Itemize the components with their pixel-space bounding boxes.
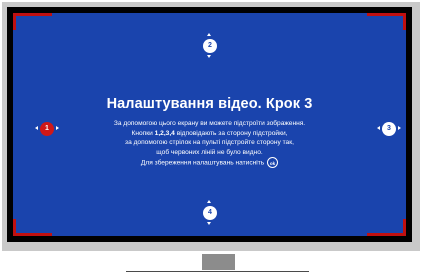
instruction-line-1: За допомогою цього екрану ви можете підс… [113, 120, 306, 127]
red-border-corner-bottom-left [13, 219, 52, 236]
tv-stand-base [126, 271, 309, 272]
video-setup-screen: 2 4 1 3 Налаштування відео. Крок 3 За до… [13, 13, 406, 236]
arrow-down-icon [207, 222, 211, 225]
instruction-line-2-rest: відповідають за сторону підстройки, [176, 129, 288, 137]
instruction-line-5: Для збереження налаштувань натисніть ok [13, 157, 406, 169]
arrow-up-icon [207, 200, 211, 203]
control-top-button[interactable]: 2 [203, 39, 217, 53]
instruction-keys: 1,2,3,4 [154, 129, 175, 137]
instructions-text: За допомогою цього екрану ви можете підс… [13, 119, 406, 169]
ok-button-icon: ok [267, 157, 279, 169]
control-bottom-button[interactable]: 4 [203, 206, 217, 220]
tv-stand-neck [202, 254, 235, 270]
instruction-line-5-text: Для збереження налаштувань натисніть [140, 159, 265, 167]
arrow-down-icon [207, 55, 211, 58]
red-border-corner-top-left [13, 13, 52, 30]
instruction-line-2: Кнопки 1,2,3,4 відповідають за сторону п… [13, 129, 406, 139]
screen-title: Налаштування відео. Крок 3 [106, 96, 313, 112]
red-border-corner-bottom-right [367, 219, 406, 236]
red-border-corner-top-right [367, 13, 406, 30]
arrow-up-icon [207, 33, 211, 36]
instruction-line-2-prefix: Кнопки [131, 129, 153, 137]
instruction-line-3: за допомогою стрілок на пульті підстройт… [125, 139, 294, 147]
instruction-line-4: щоб червоних ліній не було видно. [156, 148, 263, 156]
